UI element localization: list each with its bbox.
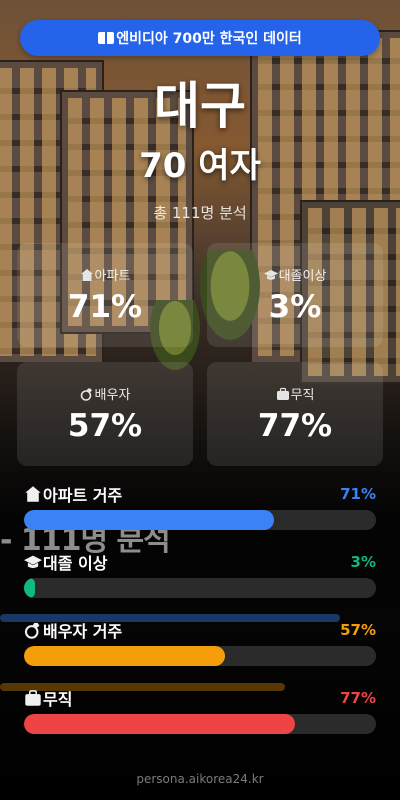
progress-fill bbox=[24, 510, 274, 530]
ring-icon bbox=[24, 622, 40, 639]
progress-fill bbox=[24, 714, 296, 734]
house-icon bbox=[80, 268, 93, 281]
progress-unemployed: 무직 77% bbox=[24, 686, 376, 734]
persona-title: 70 여자 bbox=[139, 146, 261, 186]
progress-track bbox=[24, 714, 376, 734]
progress-apartment: 아파트 거주 71% bbox=[24, 482, 376, 530]
progress-percent: 57% bbox=[340, 621, 376, 639]
progress-label: 아파트 거주 bbox=[43, 486, 123, 505]
persona-screen: - 111명 분석 엔비디아 700만 한국인 데이터 대구 70 여자 총 1… bbox=[0, 0, 400, 800]
stat-card-value: 3% bbox=[268, 289, 322, 325]
stat-card-degree: 대졸이상 3% bbox=[207, 243, 383, 347]
briefcase-icon bbox=[25, 690, 41, 706]
progress-percent: 71% bbox=[340, 485, 376, 503]
ring-icon bbox=[80, 388, 92, 401]
graduation-cap-icon bbox=[24, 555, 42, 569]
badge-label: 엔비디아 700만 한국인 데이터 bbox=[116, 31, 302, 47]
data-source-badge[interactable]: 엔비디아 700만 한국인 데이터 bbox=[20, 20, 380, 56]
stat-card-value: 57% bbox=[67, 408, 143, 444]
footer-url[interactable]: persona.aikorea24.kr bbox=[0, 772, 400, 786]
progress-fill bbox=[24, 646, 225, 666]
progress-percent: 77% bbox=[340, 689, 376, 707]
briefcase-icon bbox=[276, 387, 289, 400]
progress-degree: 대졸 이상 3% bbox=[24, 550, 376, 598]
city-title: 대구 bbox=[154, 77, 246, 135]
book-icon bbox=[98, 32, 115, 44]
progress-spouse: 배우자 거주 57% bbox=[24, 618, 376, 666]
stat-card-label: 아파트 bbox=[94, 269, 131, 284]
stat-card-value: 71% bbox=[67, 289, 143, 325]
progress-track bbox=[24, 646, 376, 666]
progress-percent: 3% bbox=[350, 553, 376, 571]
graduation-cap-icon bbox=[263, 269, 278, 280]
total-count: 총 111명 분석 bbox=[153, 204, 247, 222]
stat-card-label: 대졸이상 bbox=[278, 269, 327, 284]
progress-fill bbox=[24, 578, 35, 598]
progress-label: 무직 bbox=[43, 690, 73, 709]
stat-card-apartment: 아파트 71% bbox=[17, 243, 193, 347]
stat-card-label: 무직 bbox=[290, 388, 315, 403]
progress-label: 대졸 이상 bbox=[43, 554, 108, 573]
progress-label: 배우자 거주 bbox=[43, 622, 123, 641]
stat-card-spouse: 배우자 57% bbox=[17, 362, 193, 466]
stat-card-unemployed: 무직 77% bbox=[207, 362, 383, 466]
stat-card-label: 배우자 bbox=[94, 388, 131, 403]
progress-track bbox=[24, 510, 376, 530]
house-icon bbox=[25, 486, 41, 502]
progress-track bbox=[24, 578, 376, 598]
stat-card-value: 77% bbox=[257, 408, 333, 444]
